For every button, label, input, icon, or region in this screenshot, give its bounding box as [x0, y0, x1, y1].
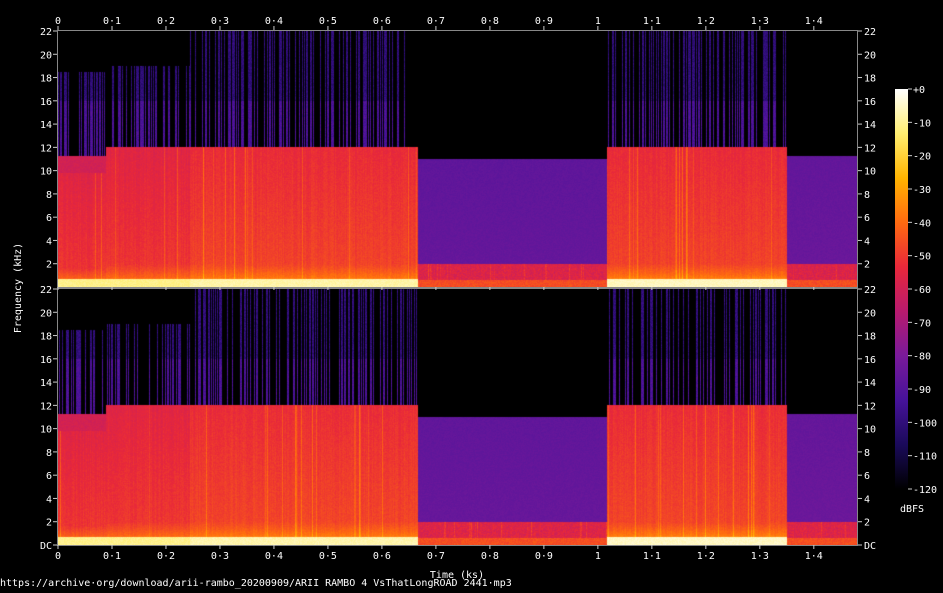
y-top-tick-label-right: 22	[864, 27, 876, 38]
y-top-tick-label-right: 20	[864, 50, 876, 61]
y-bottom-tick-label-right: 18	[864, 332, 876, 343]
y-top-tick-label-right: 18	[864, 74, 876, 85]
colorbar	[895, 89, 908, 489]
y-bottom-tick-label-right: 14	[864, 378, 876, 389]
y-top-tick-label-left: 4	[46, 236, 52, 247]
x-tick-label-top: 0·3	[211, 16, 229, 27]
colorbar-tick-label: -80	[913, 352, 931, 363]
colorbar-tick-label: -90	[913, 385, 931, 396]
x-tick-label-bottom: 1	[595, 551, 601, 562]
colorbar-tick-label: -100	[913, 418, 937, 429]
x-tick-label-top: 0·1	[103, 16, 121, 27]
y-bottom-tick-label-right: 12	[864, 401, 876, 412]
y-bottom-tick-label-left: 16	[40, 355, 52, 366]
y-bottom-tick-label-left: 6	[46, 471, 52, 482]
source-url: https://archive·org/download/arii-rambo_…	[0, 578, 512, 589]
colorbar-tick-label: -50	[913, 252, 931, 263]
x-tick-label-bottom: 0·8	[481, 551, 499, 562]
y-bottom-tick-label-left: 22	[40, 285, 52, 296]
x-tick-label-bottom: 0·9	[535, 551, 553, 562]
x-tick-label-top: 0·8	[481, 16, 499, 27]
spectrogram-channel-1	[58, 31, 857, 287]
x-tick-label-top: 0·2	[157, 16, 175, 27]
y-bottom-tick-label-left: 10	[40, 425, 52, 436]
colorbar-label: dBFS	[900, 504, 924, 515]
y-top-tick-label-left: 16	[40, 97, 52, 108]
y-bottom-tick-label-left: 8	[46, 448, 52, 459]
y-top-tick-label-left: 22	[40, 27, 52, 38]
y-top-tick-label-right: 14	[864, 120, 876, 131]
x-tick-label-top: 0·9	[535, 16, 553, 27]
x-tick-label-top: 0·7	[427, 16, 445, 27]
x-tick-label-bottom: 1·4	[805, 551, 823, 562]
x-tick-label-top: 1·4	[805, 16, 823, 27]
y-bottom-tick-label-left: 4	[46, 494, 52, 505]
spectrogram-channel-2	[58, 289, 857, 545]
y-top-tick-label-right: 8	[864, 190, 870, 201]
spectrogram-chart: 0 0 0·1 0·1 0·2 0·2 0·3 0·3 0·4 0·4 0·5 0·5 0·6 0·6 0·…	[13, 16, 937, 581]
y-bottom-tick-label-right: 20	[864, 308, 876, 319]
y-top-tick-label-left: 8	[46, 190, 52, 201]
colorbar-tick-label: +0	[913, 85, 925, 96]
y-bottom-tick-label-left: 18	[40, 332, 52, 343]
y-top-tick-label-right: 6	[864, 213, 870, 224]
y-top-tick-label-left: 18	[40, 74, 52, 85]
colorbar-tick-label: -10	[913, 118, 931, 129]
colorbar-tick-label: -40	[913, 218, 931, 229]
x-tick-label-bottom: 0·1	[103, 551, 121, 562]
y-bottom-tick-label-right: 10	[864, 425, 876, 436]
x-tick-label-bottom: 0·2	[157, 551, 175, 562]
y-top-tick-label-left: 20	[40, 50, 52, 61]
x-tick-label-top: 0	[55, 16, 61, 27]
x-tick-label-top: 1·1	[643, 16, 661, 27]
x-tick-label-bottom: 0·5	[319, 551, 337, 562]
y-top-tick-label-left: 14	[40, 120, 52, 131]
x-tick-label-bottom: 0·6	[373, 551, 391, 562]
y-bottom-tick-label-right: 4	[864, 494, 870, 505]
y-top-tick-label-right: 2	[864, 260, 870, 271]
x-tick-label-bottom: 0·7	[427, 551, 445, 562]
y-bottom-tick-label-right: 16	[864, 355, 876, 366]
y-top-tick-label-left: 6	[46, 213, 52, 224]
colorbar-tick-label: -120	[913, 485, 937, 496]
colorbar-tick-label: -60	[913, 285, 931, 296]
y-bottom-tick-label-left: 12	[40, 401, 52, 412]
x-tick-label-top: 0·6	[373, 16, 391, 27]
colorbar-tick-label: -110	[913, 452, 937, 463]
x-tick-label-bottom: 0·3	[211, 551, 229, 562]
y-bottom-tick-label-left: 20	[40, 308, 52, 319]
x-tick-label-bottom: 1·1	[643, 551, 661, 562]
y-bottom-tick-label-right: 6	[864, 471, 870, 482]
y-bottom-tick-label-right: 8	[864, 448, 870, 459]
x-tick-label-bottom: 1·2	[697, 551, 715, 562]
y-bottom-tick-label-right: 2	[864, 518, 870, 529]
x-tick-label-top: 0·4	[265, 16, 283, 27]
y-top-tick-label-left: 10	[40, 167, 52, 178]
x-tick-label-top: 1	[595, 16, 601, 27]
y-top-tick-label-right: 4	[864, 236, 870, 247]
y-top-tick-label-right: 16	[864, 97, 876, 108]
colorbar-tick-label: -70	[913, 318, 931, 329]
y-bottom-tick-label-right: DC	[864, 541, 876, 552]
y-top-tick-label-right: 10	[864, 167, 876, 178]
y-top-tick-label-left: 12	[40, 143, 52, 154]
colorbar-tick-label: -30	[913, 185, 931, 196]
y-bottom-tick-label-left: 14	[40, 378, 52, 389]
x-tick-label-bottom: 0	[55, 551, 61, 562]
x-tick-label-top: 1·2	[697, 16, 715, 27]
y-bottom-tick-label-left: DC	[40, 541, 52, 552]
y-bottom-tick-label-right: 22	[864, 285, 876, 296]
x-tick-label-top: 1·3	[751, 16, 769, 27]
y-top-tick-label-right: 12	[864, 143, 876, 154]
y-top-tick-label-left: 2	[46, 260, 52, 271]
x-tick-label-bottom: 1·3	[751, 551, 769, 562]
colorbar-tick-label: -20	[913, 152, 931, 163]
x-tick-label-top: 0·5	[319, 16, 337, 27]
x-tick-label-bottom: 0·4	[265, 551, 283, 562]
y-axis-label: Frequency (kHz)	[13, 243, 24, 333]
y-bottom-tick-label-left: 2	[46, 518, 52, 529]
